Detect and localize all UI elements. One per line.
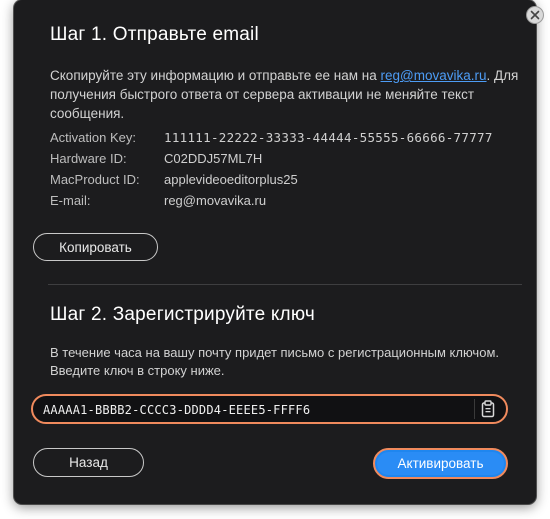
macproduct-id-value: applevideoeditorplus25	[164, 172, 298, 187]
activation-key-value: 111111-22222-33333-44444-55555-66666-777…	[164, 130, 493, 145]
copy-button[interactable]: Копировать	[33, 233, 158, 261]
info-label: Hardware ID:	[50, 151, 127, 166]
hardware-id-value: C02DDJ57ML7H	[164, 151, 263, 166]
step1-title: Шаг 1. Отправьте email	[50, 24, 259, 45]
activation-dialog: Шаг 1. Отправьте email Скопируйте эту ин…	[14, 0, 536, 504]
input-separator	[474, 399, 475, 419]
info-label: Activation Key:	[50, 130, 136, 145]
registration-key-field[interactable]	[31, 394, 508, 424]
info-label: MacProduct ID:	[50, 172, 140, 187]
info-label: E-mail:	[50, 193, 91, 208]
step2-description: В течение часа на вашу почту придет пись…	[50, 345, 499, 378]
clipboard-icon[interactable]	[480, 400, 496, 418]
step1-description: Скопируйте эту информацию и отправьте ее…	[50, 66, 528, 123]
email-link[interactable]: reg@movavika.ru	[381, 68, 487, 83]
back-button[interactable]: Назад	[33, 448, 144, 477]
step2-title: Шаг 2. Зарегистрируйте ключ	[50, 304, 315, 325]
section-divider	[48, 284, 522, 285]
step1-desc-before: Скопируйте эту информацию и отправьте ее…	[50, 68, 381, 83]
email-value: reg@movavika.ru	[164, 193, 267, 208]
close-icon[interactable]	[526, 6, 544, 24]
registration-key-input[interactable]	[41, 396, 465, 424]
activate-button-label: Активировать	[397, 456, 484, 471]
activate-button[interactable]: Активировать	[373, 448, 508, 479]
